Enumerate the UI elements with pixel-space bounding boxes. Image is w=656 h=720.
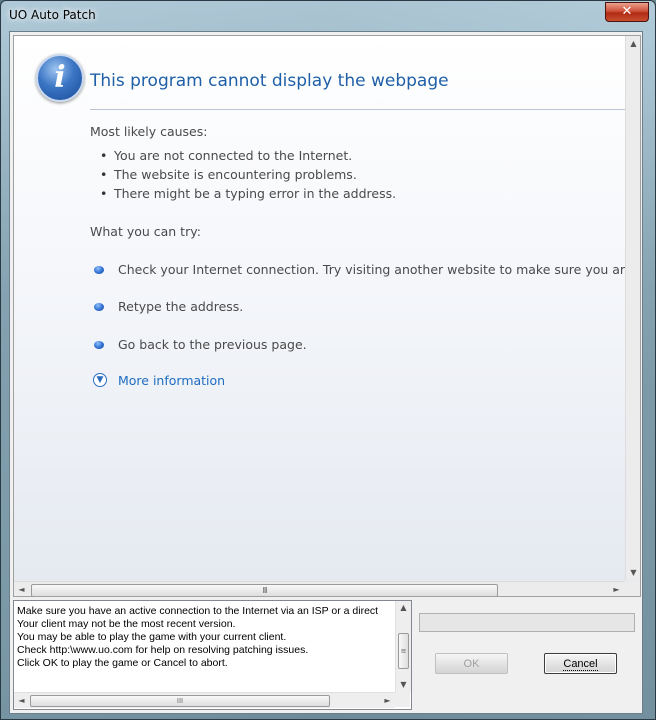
scroll-right-arrow-icon[interactable]: ► xyxy=(380,693,395,708)
cause-item: There might be a typing error in the add… xyxy=(100,186,396,201)
status-message-box[interactable]: Make sure you have an active connection … xyxy=(13,600,412,710)
scroll-left-arrow-icon[interactable]: ◄ xyxy=(14,693,29,708)
browser-horizontal-scrollbar[interactable]: ◄ III ► xyxy=(14,581,625,596)
window-title: UO Auto Patch xyxy=(9,8,96,22)
message-line: Click OK to play the game or Cancel to a… xyxy=(17,657,228,669)
cancel-button-label: Cancel xyxy=(563,658,598,671)
vertical-scroll-thumb[interactable]: ≡ xyxy=(398,633,409,669)
causes-heading: Most likely causes: xyxy=(90,124,208,139)
tip-item: Check your Internet connection. Try visi… xyxy=(118,262,641,277)
cancel-button[interactable]: Cancel xyxy=(544,653,617,674)
bullet-icon xyxy=(94,266,104,274)
error-title: This program cannot display the webpage xyxy=(90,71,449,91)
scroll-right-arrow-icon[interactable]: ► xyxy=(609,582,624,596)
scroll-up-arrow-icon[interactable]: ▲ xyxy=(626,36,640,51)
browser-pane: i This program cannot display the webpag… xyxy=(13,35,641,597)
message-line: Check http:\www.uo.com for help on resol… xyxy=(17,644,309,656)
scroll-down-arrow-icon[interactable]: ▼ xyxy=(396,678,411,692)
message-line: Your client may not be the most recent v… xyxy=(17,618,236,630)
patch-progress-bar xyxy=(419,613,635,632)
close-button[interactable]: ✕ xyxy=(605,2,649,22)
scroll-left-arrow-icon[interactable]: ◄ xyxy=(14,582,29,596)
cause-item: You are not connected to the Internet. xyxy=(100,148,352,163)
scroll-up-arrow-icon[interactable]: ▲ xyxy=(396,601,411,615)
message-line: You may be able to play the game with yo… xyxy=(17,631,287,643)
info-icon: i xyxy=(36,54,84,102)
client-area: i This program cannot display the webpag… xyxy=(9,31,643,714)
scroll-down-arrow-icon[interactable]: ▼ xyxy=(626,565,640,580)
message-horizontal-scrollbar[interactable]: ◄ III ► xyxy=(14,692,395,708)
cause-item: The website is encountering problems. xyxy=(100,167,357,182)
tip-item: Retype the address. xyxy=(118,299,244,314)
title-divider xyxy=(90,109,640,110)
bullet-icon xyxy=(94,303,104,311)
title-bar[interactable]: UO Auto Patch ✕ xyxy=(1,1,655,31)
chevron-down-circle-icon[interactable]: ▼ xyxy=(93,373,107,387)
scroll-corner xyxy=(395,692,410,707)
more-information-link[interactable]: More information xyxy=(118,373,225,388)
tip-item: Go back to the previous page. xyxy=(118,337,307,352)
browser-vertical-scrollbar[interactable]: ▲ ▼ xyxy=(625,36,640,580)
try-heading: What you can try: xyxy=(90,224,201,239)
horizontal-scroll-thumb[interactable]: III xyxy=(30,695,330,707)
scroll-corner xyxy=(625,581,640,596)
message-vertical-scrollbar[interactable]: ▲ ≡ ▼ xyxy=(395,601,411,692)
ok-button[interactable]: OK xyxy=(435,653,508,674)
bullet-icon xyxy=(94,341,104,349)
app-window: UO Auto Patch ✕ i This program cannot di… xyxy=(0,0,656,720)
message-line: Make sure you have an active connection … xyxy=(17,605,379,617)
horizontal-scroll-thumb[interactable]: III xyxy=(31,584,498,596)
